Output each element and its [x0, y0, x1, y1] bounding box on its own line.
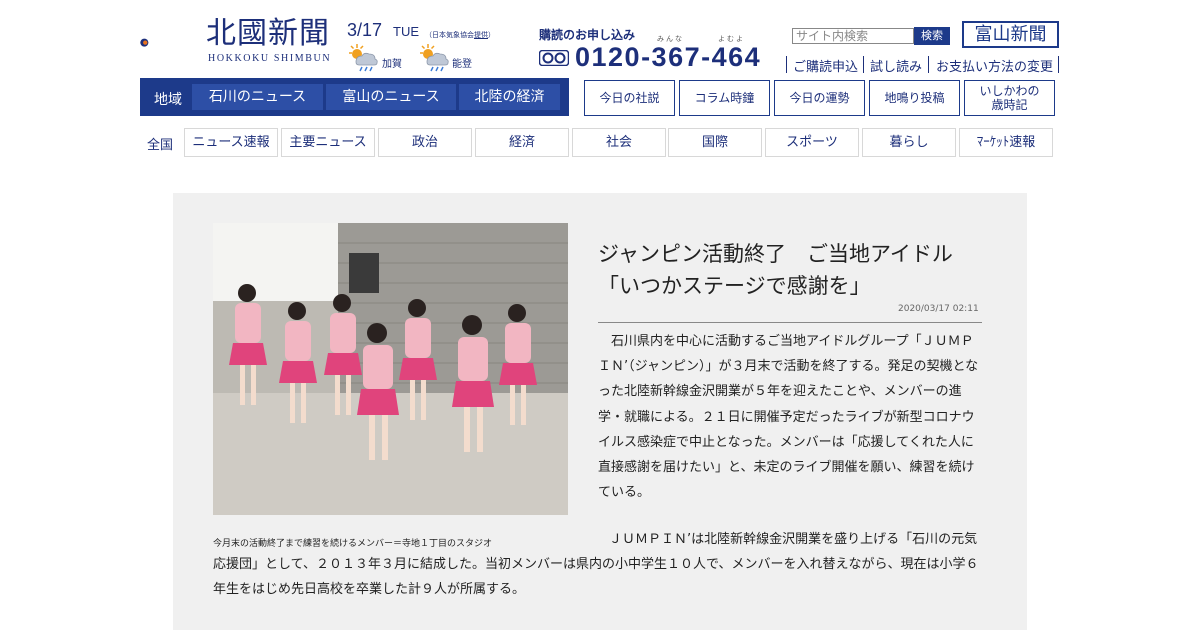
category-lifestyle[interactable]: 暮らし	[862, 128, 956, 157]
category-international[interactable]: 国際	[668, 128, 762, 157]
article-headline: ジャンピン活動終了 ご当地アイドル 「いつかステージで感謝を」	[598, 242, 953, 298]
category-main-news[interactable]: 主要ニュース	[281, 128, 375, 157]
region-tab-toyama[interactable]: 富山のニュース	[326, 84, 456, 110]
weather-area-kaga: 加賀	[382, 59, 402, 70]
ishikawa-almanac-link[interactable]: いしかわの 歳時記	[964, 80, 1055, 116]
free-dial-icon	[539, 50, 569, 66]
util-divider	[1058, 56, 1059, 73]
site-search-input[interactable]	[792, 28, 914, 44]
category-nav-label: 全国	[147, 138, 174, 153]
headline-divider	[598, 322, 982, 323]
util-divider	[863, 56, 864, 73]
column-jisho-link[interactable]: コラム時鐘	[679, 80, 770, 116]
sun-cloud-rain-icon	[420, 44, 449, 72]
current-weekday: TUE	[393, 24, 419, 39]
category-sports[interactable]: スポーツ	[765, 128, 859, 157]
region-nav-label: 地域	[154, 92, 182, 108]
category-breaking-news[interactable]: ニュース速報	[184, 128, 278, 157]
search-button[interactable]: 検索	[914, 27, 950, 45]
editorial-link[interactable]: 今日の社説	[584, 80, 675, 116]
weather-credit: （日本気象協会提供）	[425, 31, 495, 39]
category-politics[interactable]: 政治	[378, 128, 472, 157]
subscribe-phone[interactable]: 0120-367-464	[575, 42, 761, 73]
region-tab-hokuriku-economy[interactable]: 北陸の経済	[459, 84, 560, 110]
util-link-payment[interactable]: お支払い方法の変更	[936, 56, 1053, 75]
util-divider	[928, 56, 929, 73]
logo-subtitle: HOKKOKU SHIMBUN	[208, 53, 332, 64]
current-date: 3/17	[347, 20, 383, 40]
logo-title[interactable]: 北國新聞	[206, 16, 330, 52]
region-tab-ishikawa[interactable]: 石川のニュース	[192, 84, 323, 110]
util-link-subscribe[interactable]: ご購読申込	[793, 56, 858, 75]
article-body-paragraph-2: ＪＵＭＰＩＮ’は北陸新幹線金沢開業を盛り上げる「石川の元気応援団」として、２０１…	[213, 532, 979, 598]
article-body-paragraph-1: 石川県内を中心に活動するご当地アイドルグループ「ＪＵＭＰＩＮ’（ジャンピン）」が…	[598, 334, 979, 501]
util-link-trial[interactable]: 試し読み	[870, 56, 922, 75]
weather-credit-link[interactable]: 提供	[474, 31, 488, 39]
weather-area-noto: 能登	[452, 59, 472, 70]
category-society[interactable]: 社会	[572, 128, 666, 157]
category-economy[interactable]: 経済	[475, 128, 569, 157]
util-divider	[786, 56, 787, 73]
article-photo[interactable]	[213, 223, 568, 515]
subscribe-title[interactable]: 購読のお申し込み	[539, 26, 635, 43]
toyama-shimbun-link[interactable]: 富山新聞	[962, 21, 1059, 48]
hokkoku-logo-icon[interactable]	[140, 16, 202, 68]
article-timestamp: 2020/03/17 02:11	[898, 304, 979, 314]
sun-cloud-rain-icon	[349, 44, 378, 72]
category-market-news[interactable]: ﾏｰｹｯﾄ速報	[959, 128, 1053, 157]
horoscope-link[interactable]: 今日の運勢	[774, 80, 865, 116]
reader-post-link[interactable]: 地鳴り投稿	[869, 80, 960, 116]
